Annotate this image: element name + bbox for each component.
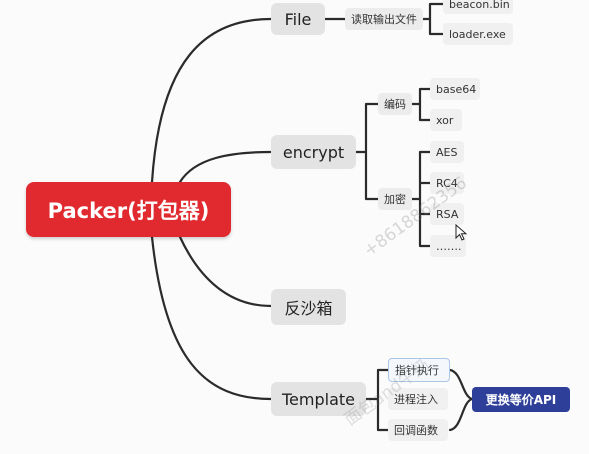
leaf-aes[interactable]: AES [430,141,464,163]
connector-root-template [150,235,273,401]
connector-root-sandbox [178,235,273,308]
connector-leaves-callout [448,368,474,432]
leaf-rc4[interactable]: RC4 [430,172,464,194]
branch-node-template[interactable]: Template [271,382,366,416]
branch-node-file[interactable]: File [271,3,325,35]
leaf-pointer-execution[interactable]: 指针执行 [388,358,450,382]
connector-root-file [150,17,273,184]
branch-node-anti-sandbox[interactable]: 反沙箱 [271,289,346,325]
leaf-process-injection[interactable]: 进程注入 [388,388,448,410]
mouse-pointer-icon [455,224,467,241]
branch-node-encrypt[interactable]: encrypt [271,135,356,169]
connector-root-encrypt [178,150,273,184]
leaf-loader-exe[interactable]: loader.exe [443,23,513,45]
node-read-output-file[interactable]: 读取输出文件 [345,8,423,30]
connector-encoding-leaves [410,87,432,122]
leaf-xor[interactable]: xor [430,109,462,131]
root-node-packer[interactable]: Packer(打包器) [26,182,231,237]
connector-encryption-leaves [410,150,432,248]
node-encryption[interactable]: 加密 [378,188,412,210]
connector-template-leaves [364,368,390,432]
leaf-beacon-bin[interactable]: beacon.bin [443,0,513,14]
leaf-base64[interactable]: base64 [430,78,480,100]
callout-replace-equivalent-api[interactable]: 更换等价API [472,387,570,412]
node-encoding[interactable]: 编码 [378,93,412,115]
leaf-callback-function[interactable]: 回调函数 [388,419,448,441]
leaf-rsa[interactable]: RSA [430,203,464,225]
connector-encrypt-split [354,102,380,201]
connector-file-leaves [421,2,445,36]
